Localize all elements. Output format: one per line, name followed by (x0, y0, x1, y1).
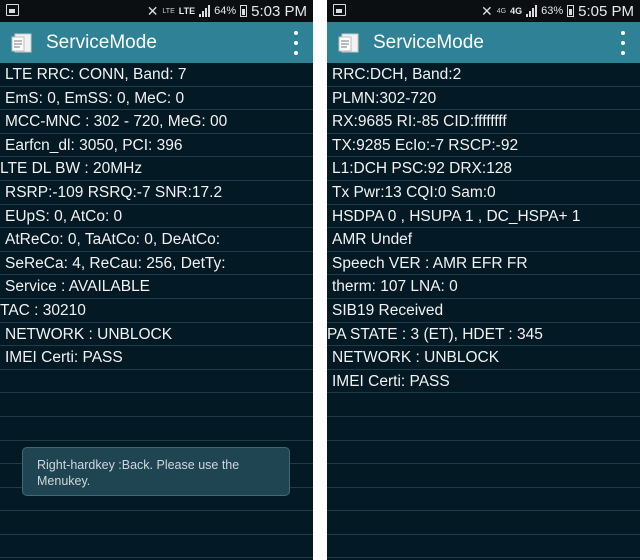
info-row: RX:9685 RI:-85 CID:ffffffff (327, 110, 640, 134)
info-row: Speech VER : AMR EFR FR (327, 252, 640, 276)
gallery-notification-icon (333, 4, 346, 16)
service-info-list: RRC:DCH, Band:2 PLMN:302-720 RX:9685 RI:-8… (327, 63, 640, 560)
info-row: RSRP:-109 RSRQ:-7 SNR:17.2 (0, 181, 313, 205)
info-row: Earfcn_dl: 3050, PCI: 396 (0, 134, 313, 158)
info-row: PLMN:302-720 (327, 87, 640, 111)
info-row: therm: 107 LNA: 0 (327, 275, 640, 299)
status-bar: ✕ LTE LTE 64% 5:03 PM (0, 0, 313, 22)
info-row: NETWORK : UNBLOCK (0, 323, 313, 347)
service-mode-app-icon (11, 33, 32, 53)
toast-message: Right-hardkey :Back. Please use the Menu… (22, 447, 290, 496)
info-row: AtReCo: 0, TaAtCo: 0, DeAtCo: (0, 228, 313, 252)
right-phone-screen: ✕ 4G 4G 63% 5:05 PM ServiceMode RRC:DCH,… (327, 0, 640, 560)
info-row (0, 370, 313, 394)
info-row (327, 488, 640, 512)
info-row: EUpS: 0, AtCo: 0 (0, 205, 313, 229)
status-icons: ✕ 4G 4G 63% 5:05 PM (481, 2, 634, 20)
clock: 5:05 PM (578, 2, 634, 20)
mute-icon: ✕ (146, 2, 159, 19)
info-row: SIB19 Received (327, 299, 640, 323)
battery-icon (240, 5, 248, 17)
status-icons: ✕ LTE LTE 64% 5:03 PM (147, 2, 307, 20)
network-type-small: LTE (162, 7, 175, 15)
info-row: PA STATE : 3 (ET), HDET : 345 (327, 323, 640, 347)
battery-icon (567, 5, 575, 17)
left-phone-screen: ✕ LTE LTE 64% 5:03 PM ServiceMode LTE RR… (0, 0, 313, 560)
app-bar: ServiceMode (0, 22, 313, 63)
info-row: Service : AVAILABLE (0, 275, 313, 299)
info-row (327, 441, 640, 465)
info-row (0, 535, 313, 559)
info-row (327, 511, 640, 535)
info-row: Tx Pwr:13 CQI:0 Sam:0 (327, 181, 640, 205)
app-title: ServiceMode (373, 32, 484, 53)
info-row (0, 417, 313, 441)
network-type: 4G (510, 5, 523, 16)
info-row: TX:9285 EcIo:-7 RSCP:-92 (327, 134, 640, 158)
signal-icon (199, 5, 211, 17)
info-row (327, 464, 640, 488)
overflow-menu-icon[interactable] (293, 31, 299, 55)
info-row (0, 393, 313, 417)
app-bar: ServiceMode (327, 22, 640, 63)
overflow-menu-icon[interactable] (620, 31, 626, 55)
clock: 5:03 PM (251, 2, 307, 20)
app-title: ServiceMode (46, 32, 157, 53)
info-row (0, 511, 313, 535)
info-row: NETWORK : UNBLOCK (327, 346, 640, 370)
info-row: LTE DL BW : 20MHz (0, 157, 313, 181)
info-row: AMR Undef (327, 228, 640, 252)
info-row (327, 535, 640, 559)
network-type-small: 4G (496, 7, 507, 15)
info-row: TAC : 30210 (0, 299, 313, 323)
info-row: IMEI Certi: PASS (0, 346, 313, 370)
info-row: L1:DCH PSC:92 DRX:128 (327, 157, 640, 181)
info-row: LTE RRC: CONN, Band: 7 (0, 63, 313, 87)
info-row (327, 417, 640, 441)
info-row: MCC-MNC : 302 - 720, MeG: 00 (0, 110, 313, 134)
status-bar: ✕ 4G 4G 63% 5:05 PM (327, 0, 640, 22)
info-row: SeReCa: 4, ReCau: 256, DetTy: (0, 252, 313, 276)
info-row: EmS: 0, EmSS: 0, MeC: 0 (0, 87, 313, 111)
info-row: IMEI Certi: PASS (327, 370, 640, 394)
info-row (327, 393, 640, 417)
battery-percent: 63% (541, 5, 564, 17)
battery-percent: 64% (214, 5, 237, 17)
info-row: HSDPA 0 , HSUPA 1 , DC_HSPA+ 1 (327, 205, 640, 229)
network-type: LTE (178, 5, 196, 16)
mute-icon: ✕ (481, 2, 493, 19)
service-mode-app-icon (338, 33, 359, 53)
info-row: RRC:DCH, Band:2 (327, 63, 640, 87)
gallery-notification-icon (6, 4, 19, 16)
signal-icon (526, 5, 538, 17)
